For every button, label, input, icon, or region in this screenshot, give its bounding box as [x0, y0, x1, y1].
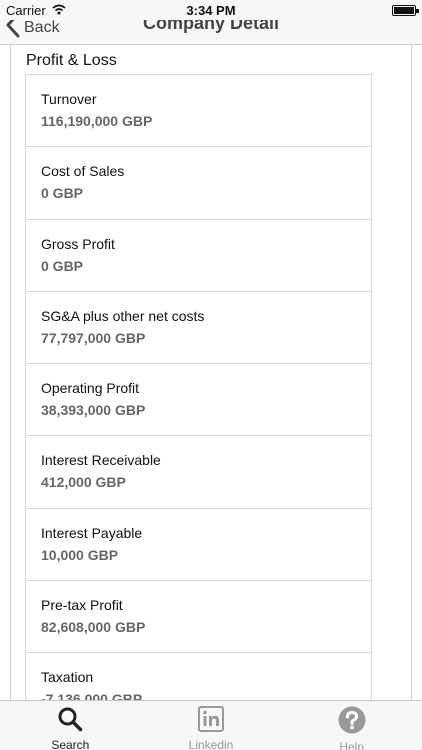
linkedin-icon — [197, 706, 225, 732]
list-item: Interest Payable 10,000 GBP — [26, 509, 371, 582]
search-icon — [56, 706, 84, 732]
section-title: Profit & Loss — [26, 52, 117, 69]
row-label: Pre-tax Profit — [41, 597, 123, 614]
list-item: Gross Profit 0 GBP — [26, 220, 371, 292]
tab-label: Linkedin — [188, 738, 234, 750]
row-value: -7,136,000 GBP — [41, 691, 143, 700]
row-label: Taxation — [41, 669, 94, 686]
row-value: 412,000 GBP — [41, 474, 126, 491]
tab-help[interactable]: Help — [281, 701, 422, 750]
list-item: Cost of Sales 0 GBP — [26, 147, 371, 220]
help-icon — [338, 706, 366, 734]
row-value: 116,190,000 GBP — [41, 113, 153, 129]
row-label: SG&A plus other net costs — [41, 307, 205, 324]
list-item: Pre-tax Profit 82,608,000 GBP — [26, 581, 371, 654]
row-label: Cost of Sales — [41, 163, 125, 180]
content-area[interactable]: Profit & Loss Turnover 116,190,000 GBP C… — [0, 45, 422, 700]
tab-bar: Search Linkedin Help — [0, 700, 422, 750]
battery-icon — [392, 5, 419, 16]
list-item: Taxation -7,136,000 GBP — [26, 653, 371, 700]
content-divider — [10, 45, 11, 700]
row-label: Gross Profit — [41, 235, 115, 252]
profit-loss-list: Turnover 116,190,000 GBP Cost of Sales 0… — [25, 74, 372, 700]
row-label: Interest Receivable — [41, 452, 161, 469]
row-label: Turnover — [41, 91, 97, 107]
status-bar: Carrier 3:34 PM — [0, 0, 422, 20]
row-label: Interest Payable — [41, 524, 143, 541]
list-item: Turnover 116,190,000 GBP — [26, 75, 371, 148]
tab-label: Help — [339, 740, 365, 750]
row-label: Operating Profit — [41, 380, 140, 397]
status-time: 3:34 PM — [186, 3, 236, 18]
row-value: 0 GBP — [41, 257, 84, 274]
tab-search[interactable]: Search — [0, 701, 141, 750]
row-value: 77,797,000 GBP — [41, 329, 146, 346]
row-value: 82,608,000 GBP — [41, 619, 146, 636]
tab-linkedin[interactable]: Linkedin — [141, 701, 282, 750]
row-value: 10,000 GBP — [41, 546, 119, 563]
list-item: Interest Receivable 412,000 GBP — [26, 436, 371, 509]
list-item: Operating Profit 38,393,000 GBP — [26, 364, 371, 437]
row-value: 0 GBP — [41, 185, 84, 202]
tab-label: Search — [51, 738, 90, 750]
list-item: SG&A plus other net costs 77,797,000 GBP — [26, 292, 371, 365]
row-value: 38,393,000 GBP — [41, 402, 146, 419]
content-divider — [411, 45, 412, 700]
